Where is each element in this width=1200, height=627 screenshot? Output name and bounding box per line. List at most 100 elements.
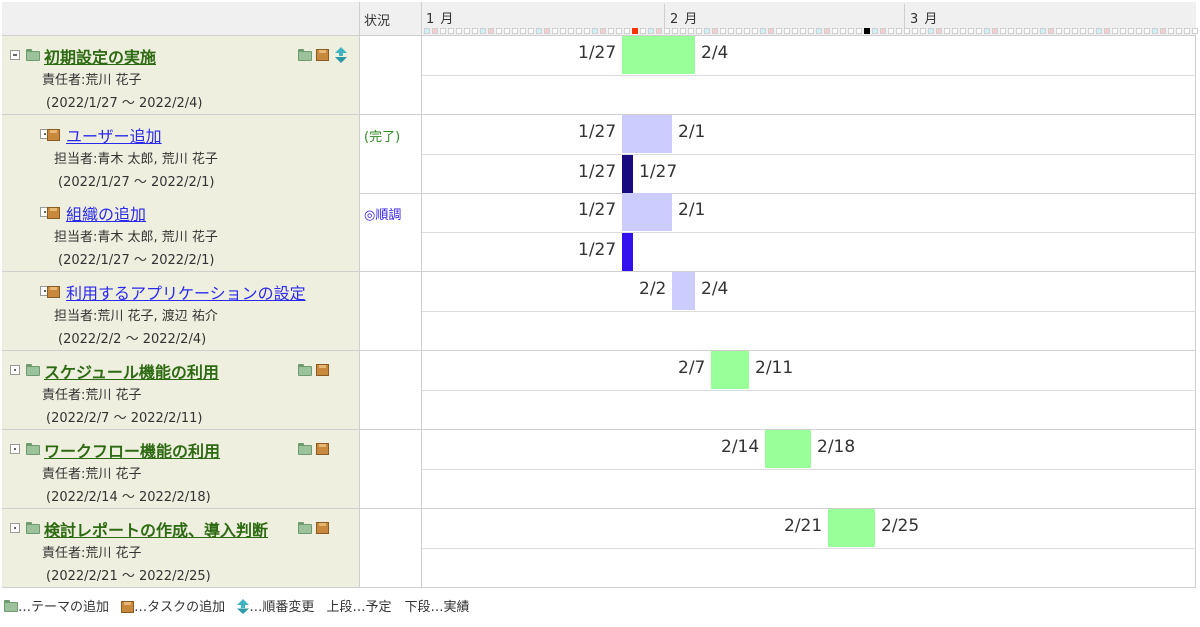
legend-rows-note: 上段…予定 下段…実績: [326, 600, 470, 615]
actual-bar[interactable]: [622, 233, 633, 271]
task-title-link[interactable]: 利用するアプリケーションの設定: [66, 280, 306, 304]
plan-start-date: 1/27: [578, 122, 617, 142]
plan-bar[interactable]: [672, 272, 695, 310]
day-cell: [792, 28, 798, 34]
day-cell: [504, 28, 510, 34]
add-task-icon[interactable]: [316, 443, 329, 455]
plan-end-date: 2/4: [701, 43, 729, 63]
day-cell: [512, 28, 518, 34]
box-icon: [121, 601, 135, 613]
day-cell: [576, 28, 582, 34]
actual-start-date: 1/27: [578, 162, 617, 182]
day-cell: [752, 28, 758, 34]
add-task-icon[interactable]: [316, 49, 329, 61]
day-cell: [1152, 28, 1158, 34]
plan-start-date: 2/7: [678, 358, 706, 378]
assignee-text: 責任者:荒川 花子: [42, 388, 142, 403]
plan-start-date: 1/27: [578, 200, 617, 220]
plan-bar[interactable]: [622, 36, 695, 74]
day-cell: [816, 28, 822, 34]
day-cell: [656, 28, 662, 34]
day-cell: [1024, 28, 1030, 34]
expand-toggle[interactable]: [10, 444, 20, 454]
month-divider: [664, 4, 665, 30]
day-cell: [1104, 28, 1110, 34]
day-cell: [928, 28, 934, 34]
plan-end-date: 2/1: [678, 200, 706, 220]
day-cell: [856, 28, 862, 34]
theme-row-cell: ワークフロー機能の利用 責任者:荒川 花子 (2022/2/14 ～ 2022/2/…: [2, 430, 360, 509]
day-cell: [896, 28, 902, 34]
add-theme-icon[interactable]: [298, 49, 312, 61]
actual-end-date: 1/27: [639, 162, 678, 182]
day-cell: [1120, 28, 1126, 34]
plan-end-date: 2/25: [881, 516, 920, 536]
status-cell: [360, 272, 422, 351]
day-cell: [1016, 28, 1022, 34]
plan-bar[interactable]: [711, 351, 749, 389]
add-task-icon[interactable]: [316, 364, 329, 376]
task-title-link[interactable]: ユーザー追加: [66, 123, 162, 147]
day-cell: [432, 28, 438, 34]
day-cell: [1008, 28, 1014, 34]
day-cell: [760, 28, 766, 34]
box-icon: [47, 129, 60, 141]
add-theme-icon[interactable]: [298, 443, 312, 455]
day-cell: [904, 28, 910, 34]
day-cell: [968, 28, 974, 34]
month-jan-label: 1 月: [426, 12, 455, 27]
status-text: ◎順調: [364, 208, 402, 223]
plan-start-date: 2/14: [721, 437, 760, 457]
assignee-text: 責任者:荒川 花子: [42, 546, 142, 561]
day-cell: [800, 28, 806, 34]
day-cell: [960, 28, 966, 34]
folder-icon: [26, 49, 40, 61]
day-cell: [560, 28, 566, 34]
folder-icon: [26, 443, 40, 455]
gantt-row: 2/21 2/25: [422, 509, 1196, 588]
day-cell: [608, 28, 614, 34]
status-cell: [360, 351, 422, 430]
day-cell: [840, 28, 846, 34]
reorder-updown-icon[interactable]: [335, 47, 347, 63]
add-theme-icon[interactable]: [298, 522, 312, 534]
day-cell: [472, 28, 478, 34]
status-column-header: 状況: [364, 14, 391, 29]
theme-title-link[interactable]: 検討レポートの作成、導入判断: [44, 517, 268, 541]
actual-bar[interactable]: [622, 155, 633, 193]
day-cell: [1000, 28, 1006, 34]
day-cell: [1160, 28, 1166, 34]
day-cell: [1128, 28, 1134, 34]
status-cell: [360, 36, 422, 115]
day-cell: [648, 28, 654, 34]
month-feb-label: 2 月: [670, 12, 699, 27]
add-theme-icon[interactable]: [298, 364, 312, 376]
add-task-icon[interactable]: [316, 522, 329, 534]
gantt-row: 2/7 2/11: [422, 351, 1196, 430]
day-cell: [480, 28, 486, 34]
row-divider: [422, 154, 1196, 155]
plan-bar[interactable]: [828, 509, 875, 547]
day-cell: [992, 28, 998, 34]
theme-title-link[interactable]: スケジュール機能の利用: [44, 359, 219, 383]
day-cell: [768, 28, 774, 34]
plan-bar[interactable]: [622, 193, 672, 231]
collapse-toggle[interactable]: [10, 50, 20, 60]
task-title-link[interactable]: 組織の追加: [66, 201, 146, 225]
theme-title-link[interactable]: 初期設定の実施: [44, 44, 156, 68]
day-cell: [448, 28, 454, 34]
plan-bar[interactable]: [765, 430, 811, 468]
status-cell: [360, 509, 422, 588]
expand-toggle[interactable]: [10, 365, 20, 375]
folder-icon: [26, 364, 40, 376]
expand-toggle[interactable]: [10, 523, 20, 533]
theme-title-link[interactable]: ワークフロー機能の利用: [44, 438, 220, 462]
plan-bar[interactable]: [622, 115, 672, 153]
status-cell: ◎順調: [360, 193, 422, 272]
assignee-text: 担当者:青木 太郎, 荒川 花子: [54, 230, 218, 245]
day-cell: [672, 28, 678, 34]
plan-start-date: 2/21: [784, 516, 823, 536]
period-text: (2022/1/27 ～ 2022/2/4): [46, 96, 203, 111]
gantt-row: 1/27 2/4: [422, 36, 1196, 115]
gantt-row: 1/27 2/1 1/27 1/27: [422, 115, 1196, 194]
